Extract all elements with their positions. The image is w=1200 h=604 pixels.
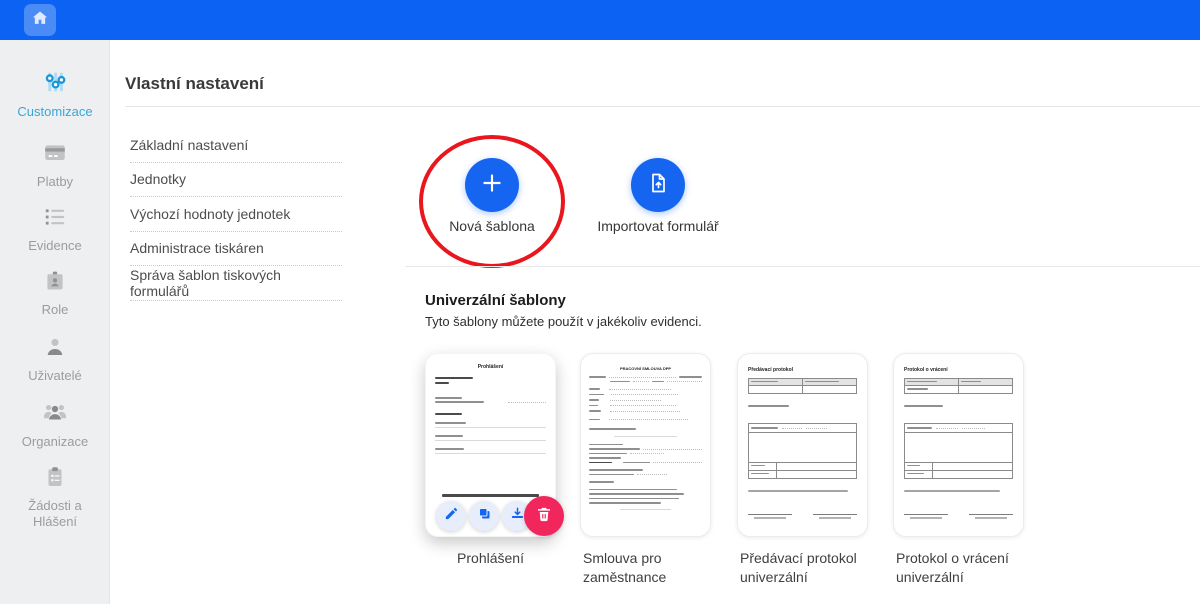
template-card-protokol-o-vraceni[interactable]: Protokol o vrácení [893, 353, 1024, 537]
menu-item-administrace-tiskaren[interactable]: Administrace tiskáren [130, 232, 342, 267]
id-badge-icon [42, 268, 68, 299]
sidebar-item-organizace[interactable]: Organizace [0, 398, 110, 450]
section-title: Univerzální šablony [425, 292, 566, 309]
menu-item-zakladni-nastaveni[interactable]: Základní nastavení [130, 128, 342, 163]
signature-line [748, 514, 792, 519]
sidebar-item-label: Customizace [17, 104, 92, 120]
signature-line [813, 514, 857, 519]
import-form-label: Importovat formulář [593, 218, 723, 234]
title-divider [125, 106, 1200, 107]
new-template-button[interactable] [465, 158, 519, 212]
sidebar-item-uzivatele[interactable]: Uživatelé [0, 334, 110, 384]
app-window: Customizace Platby Eviden [0, 0, 1200, 604]
signature-line [904, 514, 948, 519]
sidebar-item-label: Evidence [28, 238, 81, 254]
template-label: Smlouva pro zaměstnance [583, 549, 723, 587]
file-upload-icon [646, 171, 670, 200]
sidebar-item-customizace[interactable]: Customizace [0, 68, 110, 120]
sidebar-item-evidence[interactable]: Evidence [0, 204, 110, 254]
sliders-icon [41, 68, 69, 101]
section-subtitle: Tyto šablony můžete použít v jakékoliv e… [425, 314, 702, 329]
sidebar-item-label: Platby [37, 174, 73, 190]
doc-preview: Předávací protokol [738, 354, 867, 536]
signature-line [969, 514, 1013, 519]
sidebar-item-zadosti-a-hlaseni[interactable]: Žádosti a Hlášení [0, 464, 110, 530]
home-button[interactable] [24, 4, 56, 36]
sidebar: Customizace Platby Eviden [0, 40, 110, 604]
template-card-prohlaseni[interactable]: Prohlášení [425, 353, 556, 537]
list-icon [42, 204, 68, 235]
sidebar-item-label: Role [42, 302, 69, 318]
section-divider [405, 266, 1200, 267]
template-label: Protokol o vrácení univerzální [896, 549, 1036, 587]
delete-button[interactable] [524, 496, 564, 536]
sidebar-item-label: Žádosti a Hlášení [12, 498, 98, 530]
copy-icon [477, 506, 492, 526]
edit-button[interactable] [436, 501, 466, 531]
doc-preview: Protokol o vrácení [894, 354, 1023, 536]
home-icon [30, 8, 50, 33]
clipboard-icon [42, 464, 68, 495]
duplicate-button[interactable] [469, 501, 499, 531]
plus-icon [479, 170, 505, 201]
menu-item-vychozi-hodnoty-jednotek[interactable]: Výchozí hodnoty jednotek [130, 197, 342, 232]
template-label: Prohlášení [423, 549, 558, 568]
sidebar-item-role[interactable]: Role [0, 268, 110, 318]
credit-card-icon [42, 140, 68, 171]
sidebar-item-platby[interactable]: Platby [0, 140, 110, 190]
template-card-predavaci-protokol[interactable]: Předávací protokol [737, 353, 868, 537]
template-card-smlouva[interactable]: PRACOVNÍ SMLOUVA DPP [580, 353, 711, 537]
import-form-button[interactable] [631, 158, 685, 212]
topbar [0, 0, 1200, 40]
trash-icon [535, 505, 553, 528]
download-icon [510, 506, 525, 526]
user-icon [42, 334, 68, 365]
menu-item-sprava-sablon[interactable]: Správa šablon tiskových formulářů [130, 266, 342, 301]
doc-preview: PRACOVNÍ SMLOUVA DPP [581, 354, 710, 536]
sidebar-item-label: Uživatelé [28, 368, 81, 384]
settings-menu: Základní nastavení Jednotky Výchozí hodn… [130, 128, 342, 301]
page-title: Vlastní nastavení [125, 74, 264, 94]
users-icon [41, 398, 69, 431]
sidebar-item-label: Organizace [22, 434, 88, 450]
menu-item-jednotky[interactable]: Jednotky [130, 163, 342, 198]
new-template-label: Nová šablona [432, 218, 552, 234]
pencil-icon [444, 506, 459, 526]
template-label: Předávací protokol univerzální [740, 549, 880, 587]
